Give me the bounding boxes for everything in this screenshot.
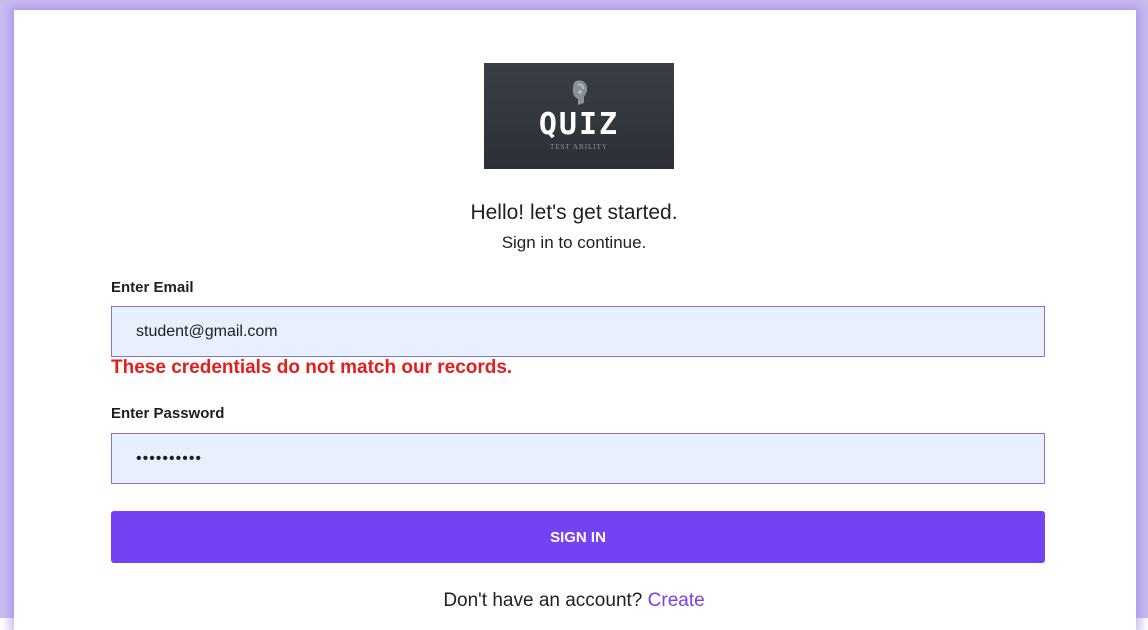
- page-frame: QUIZ TEST ABILITY Hello! let's get start…: [0, 0, 1148, 630]
- email-label: Enter Email: [111, 279, 194, 296]
- signup-prompt: Don't have an account? Create: [0, 590, 1148, 612]
- logo-title: QUIZ: [538, 107, 620, 142]
- signup-prompt-text: Don't have an account?: [443, 590, 643, 611]
- email-field[interactable]: [111, 306, 1045, 357]
- quiz-logo: QUIZ TEST ABILITY: [484, 63, 674, 169]
- password-field[interactable]: [111, 433, 1045, 484]
- password-label: Enter Password: [111, 405, 225, 422]
- page-subtitle: Sign in to continue.: [501, 233, 647, 252]
- create-account-link[interactable]: Create: [648, 590, 705, 611]
- logo-tagline: TEST ABILITY: [550, 143, 608, 151]
- sign-in-button[interactable]: SIGN IN: [111, 511, 1045, 563]
- page-title: Hello! let's get started.: [470, 201, 678, 224]
- head-silhouette-icon: [572, 80, 588, 105]
- error-message: These credentials do not match our recor…: [111, 357, 513, 378]
